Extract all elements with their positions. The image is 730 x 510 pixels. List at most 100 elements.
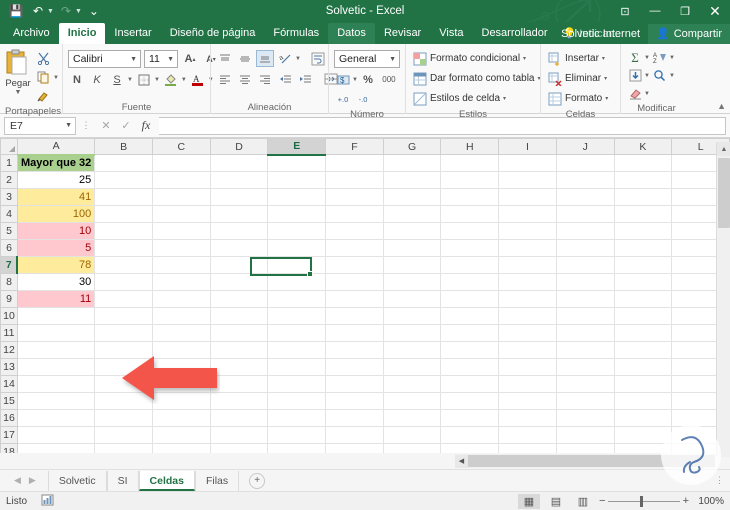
percent-style-button[interactable]: % [359,71,377,88]
sheet-tab-filas[interactable]: Filas [194,470,240,491]
format-as-table-button[interactable]: Dar formato como tabla ▾ [411,69,543,88]
cell-C9[interactable] [151,290,211,308]
account-name[interactable]: Solvetic Internet [553,25,648,44]
clear-dropdown-icon[interactable]: ▼ [644,91,650,97]
cell-G14[interactable] [382,375,442,393]
tab-formulas[interactable]: Fórmulas [264,23,328,44]
cell-K11[interactable] [613,324,673,342]
comma-style-button[interactable]: 000 [378,71,400,88]
sort-filter-button[interactable]: AZ [651,49,669,66]
cell-H7[interactable] [440,256,500,274]
row-header-3[interactable]: 3 [0,188,18,206]
row-header-4[interactable]: 4 [0,205,18,223]
font-name-input[interactable]: Calibri ▼ [68,50,141,68]
cell-C7[interactable] [151,256,211,274]
cell-K6[interactable] [613,239,673,257]
cell-I4[interactable] [498,205,557,223]
cell-F10[interactable] [325,307,384,325]
conditional-formatting-button[interactable]: Formato condicional ▾ [411,49,528,68]
cell-K9[interactable] [613,290,673,308]
row-header-14[interactable]: 14 [0,375,18,393]
cell-D5[interactable] [209,222,269,240]
cell-I9[interactable] [498,290,557,308]
cell-J6[interactable] [555,239,615,257]
cell-C5[interactable] [151,222,211,240]
cell-I13[interactable] [498,358,557,376]
decrease-decimal-button[interactable]: -.0 [354,91,372,108]
cell-G13[interactable] [382,358,442,376]
accounting-dropdown-icon[interactable]: ▼ [352,77,358,83]
tab-revisar[interactable]: Revisar [375,23,430,44]
undo-icon[interactable]: ↶ [28,2,48,20]
row-header-13[interactable]: 13 [0,358,18,376]
column-header-D[interactable]: D [209,138,269,155]
cell-E8[interactable] [267,273,327,291]
cell-A11[interactable] [16,324,96,342]
zoom-track[interactable] [608,495,680,507]
cell-J5[interactable] [555,222,615,240]
cell-I18[interactable] [498,443,557,453]
align-left-button[interactable] [216,70,234,87]
increase-indent-button[interactable] [296,70,314,87]
sheet-nav-next-icon[interactable]: ▶ [29,475,36,486]
decrease-indent-button[interactable] [276,70,294,87]
cell-A12[interactable] [16,341,96,359]
autosum-button[interactable]: Σ [626,49,644,66]
cell-B17[interactable] [94,426,153,444]
cell-F9[interactable] [325,290,384,308]
orientation-dropdown-icon[interactable]: ▼ [295,56,301,62]
column-header-H[interactable]: H [440,138,500,155]
name-box[interactable]: E7 ▼ [4,116,76,135]
window-controls[interactable]: ⊡ — ❐ ✕ [610,0,730,22]
cell-J13[interactable] [555,358,615,376]
cell-D4[interactable] [209,205,269,223]
cell-C1[interactable] [151,154,211,172]
cell-F15[interactable] [325,392,384,410]
minimize-button[interactable]: — [640,0,670,22]
cell-D10[interactable] [209,307,269,325]
cut-button[interactable] [34,50,52,67]
redo-dropdown-icon[interactable]: ▼ [75,8,82,15]
row-header-16[interactable]: 16 [0,409,18,427]
cell-B1[interactable] [94,154,153,172]
increase-font-size-button[interactable]: A ▴ [181,51,199,68]
ribbon-display-options-icon[interactable]: ⊡ [610,0,640,22]
cell-I12[interactable] [498,341,557,359]
sheet-tab-celdas[interactable]: Celdas [138,470,195,491]
insert-dropdown-icon[interactable]: ▾ [602,55,605,62]
cell-J10[interactable] [555,307,615,325]
cell-G5[interactable] [382,222,442,240]
cell-H10[interactable] [440,307,500,325]
cell-K7[interactable] [613,256,673,274]
row-header-11[interactable]: 11 [0,324,18,342]
cell-E7[interactable] [267,256,327,274]
cell-J17[interactable] [555,426,615,444]
clear-button[interactable] [626,85,644,102]
sort-filter-dropdown-icon[interactable]: ▼ [669,55,675,61]
cell-H18[interactable] [440,443,500,453]
cell-H11[interactable] [440,324,500,342]
accounting-format-button[interactable]: $ [334,71,352,88]
sheet-tab-solvetic[interactable]: Solvetic [47,470,107,491]
conditional-formatting-dropdown-icon[interactable]: ▾ [523,55,526,62]
cell-J18[interactable] [555,443,615,453]
tab-inicio[interactable]: Inicio [58,23,106,44]
cell-G4[interactable] [382,205,442,223]
fill-button[interactable] [626,67,644,84]
cell-styles-button[interactable]: Estilos de celda ▾ [411,89,508,108]
cell-C16[interactable] [151,409,211,427]
cell-A9[interactable]: 11 [16,290,96,308]
cell-H8[interactable] [440,273,500,291]
cell-K2[interactable] [613,171,673,189]
cell-D11[interactable] [209,324,269,342]
cell-G16[interactable] [382,409,442,427]
undo-dropdown-icon[interactable]: ▼ [47,8,54,15]
cell-G11[interactable] [382,324,442,342]
cell-F13[interactable] [325,358,384,376]
redo-icon[interactable]: ↷ [56,2,76,20]
cell-A8[interactable]: 30 [16,273,96,291]
cell-K14[interactable] [613,375,673,393]
format-dropdown-icon[interactable]: ▾ [605,95,608,102]
wrap-text-button[interactable] [309,50,327,67]
cell-G6[interactable] [382,239,442,257]
